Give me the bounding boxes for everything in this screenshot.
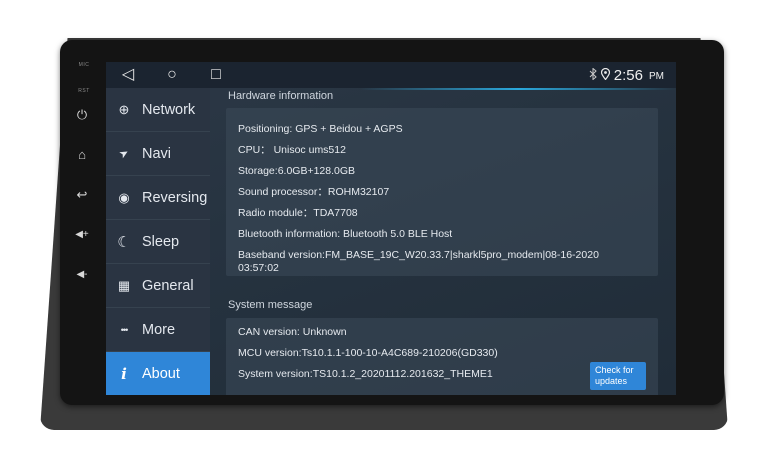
- info-row: Storage:6.0GB+128.0GB: [238, 165, 356, 177]
- bluetooth-icon: [589, 66, 597, 83]
- sidebar-item-network[interactable]: ⊕ Network: [106, 88, 210, 132]
- status-bar: ◁ ○ □ 2:56 PM: [106, 62, 676, 88]
- home-icon[interactable]: ○: [162, 66, 182, 84]
- info-row: Bluetooth information: Bluetooth 5.0 BLE…: [238, 228, 453, 240]
- hardware-panel: Positioning: GPS + Beidou + AGPS CPU： Un…: [226, 108, 658, 276]
- sidebar-item-label: Sleep: [142, 233, 180, 250]
- sidebar-item-general[interactable]: ▦ General: [106, 264, 210, 308]
- sidebar-item-label: Reversing: [142, 189, 208, 206]
- back-hw-icon[interactable]: ↩: [62, 184, 102, 206]
- info-icon: i: [121, 364, 127, 383]
- info-row: Sound processor：ROHM32107: [238, 186, 390, 198]
- mic-label: MIC: [78, 62, 90, 68]
- about-content: Hardware information Positioning: GPS + …: [210, 88, 676, 395]
- settings-sidebar: ⊕ Network ➤ Navi ◉ Reversing ☾ Sleep ▦ G…: [106, 88, 210, 395]
- sidebar-item-label: About: [142, 365, 180, 382]
- volume-down-icon[interactable]: ◀-: [62, 264, 102, 286]
- building-icon: ▦: [117, 277, 131, 293]
- globe-icon: ⊕: [118, 101, 130, 117]
- info-row: Baseband version:FM_BASE_19C_W20.33.7|sh…: [238, 249, 599, 274]
- info-row: MCU version:Ts10.1.1-100-10-A4C689-21020…: [238, 347, 498, 359]
- sidebar-item-more[interactable]: ••• More: [106, 308, 210, 352]
- moon-icon: ☾: [117, 233, 131, 251]
- recent-apps-icon[interactable]: □: [206, 66, 226, 84]
- sidebar-item-reversing[interactable]: ◉ Reversing: [106, 176, 210, 220]
- volume-up-icon[interactable]: ◀+: [62, 224, 102, 246]
- location-icon: [600, 67, 610, 83]
- sidebar-item-label: More: [142, 321, 176, 338]
- back-icon[interactable]: ◁: [118, 66, 138, 84]
- sidebar-item-navi[interactable]: ➤ Navi: [106, 132, 210, 176]
- system-section-title: System message: [228, 299, 313, 311]
- info-row: CAN version: Unknown: [238, 326, 347, 338]
- sidebar-item-label: General: [142, 277, 194, 294]
- sidebar-item-sleep[interactable]: ☾ Sleep: [106, 220, 210, 264]
- info-row: System version:TS10.1.2_20201112.201632_…: [238, 368, 493, 380]
- reverse-icon: ◉: [118, 189, 130, 205]
- check-for-updates-button[interactable]: Check for updates: [590, 362, 646, 390]
- status-right: 2:56 PM: [589, 66, 664, 84]
- info-row: Radio module：TDA7708: [238, 207, 358, 219]
- power-icon[interactable]: ⏻: [62, 104, 102, 126]
- info-row: CPU： Unisoc ums512: [238, 144, 346, 156]
- clock-ampm: PM: [649, 71, 664, 82]
- more-dots-icon: •••: [120, 324, 128, 335]
- screen: ◁ ○ □ 2:56 PM ⊕ Network ➤ Navi ◉ Reversi…: [106, 62, 676, 395]
- sidebar-item-label: Network: [142, 101, 196, 118]
- navigation-arrow-icon: ➤: [117, 146, 132, 162]
- hardware-buttons: MIC RST ⏻ ⌂ ↩ ◀+ ◀-: [62, 60, 102, 400]
- info-row: Positioning: GPS + Beidou + AGPS: [238, 123, 403, 135]
- clock-time: 2:56: [613, 66, 643, 84]
- sidebar-item-label: Navi: [142, 145, 172, 162]
- system-panel: CAN version: Unknown MCU version:Ts10.1.…: [226, 318, 658, 395]
- home-hw-icon[interactable]: ⌂: [62, 144, 102, 166]
- sidebar-item-about[interactable]: i About: [106, 352, 210, 395]
- hardware-section-title: Hardware information: [228, 90, 334, 102]
- rst-label: RST: [78, 88, 90, 94]
